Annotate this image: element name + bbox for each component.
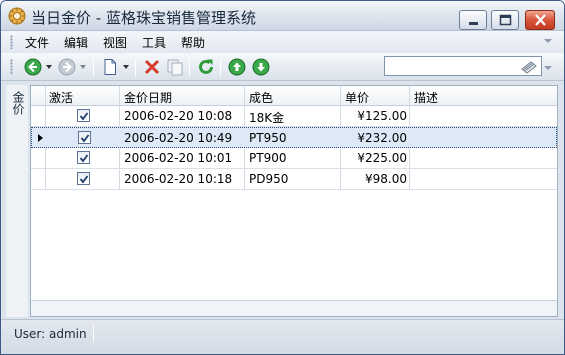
grid-header: 激活 金价日期 成色 单价 描述 (31, 86, 557, 106)
menu-tools[interactable]: 工具 (142, 34, 166, 50)
cell-purity: PD950 (249, 172, 289, 186)
close-icon (535, 14, 546, 26)
menu-grip[interactable] (10, 35, 13, 49)
cell-price: ¥232.00 (357, 131, 407, 145)
search-input[interactable] (387, 58, 512, 74)
toolbar-separator (93, 58, 94, 76)
maximize-button[interactable] (491, 10, 519, 30)
column-header-date[interactable]: 金价日期 (124, 89, 172, 106)
menu-bar: 文件 编辑 视图 工具 帮助 (1, 31, 564, 53)
side-tab-label: 金价 (11, 91, 25, 115)
cell-price: ¥225.00 (357, 151, 407, 165)
toolbar-separator (135, 58, 136, 76)
cell-date: 2006-02-20 10:18 (124, 172, 233, 186)
cell-price: ¥98.00 (365, 172, 407, 186)
back-icon[interactable] (23, 57, 43, 77)
refresh-icon[interactable] (196, 57, 216, 77)
cell-purity: PT900 (249, 151, 287, 165)
toolbar-search-box[interactable] (384, 56, 542, 76)
cell-date: 2006-02-20 10:08 (124, 109, 233, 123)
column-header-purity[interactable]: 成色 (249, 89, 273, 106)
table-row[interactable]: 2006-02-20 10:08 18K金 ¥125.00 (31, 106, 557, 127)
toolbar-separator (220, 58, 221, 76)
checkmark-icon (79, 112, 89, 121)
gold-price-grid: 激活 金价日期 成色 单价 描述 2006-02-20 10:08 18K金 ¥… (30, 85, 558, 317)
new-dropdown-icon[interactable] (123, 65, 129, 69)
back-dropdown-icon[interactable] (46, 65, 52, 69)
gear-logo-icon (8, 7, 26, 25)
column-header-active[interactable]: 激活 (49, 89, 73, 106)
main-window: 当日金价 - 蓝格珠宝销售管理系统 文件 编辑 视图 工具 帮助 金价 激活 金… (0, 0, 565, 355)
row-pointer-icon (38, 134, 43, 142)
table-row[interactable]: 2006-02-20 10:01 PT900 ¥225.00 (31, 148, 557, 169)
checkmark-icon (79, 154, 89, 163)
maximize-icon (499, 14, 512, 26)
toolbar-overflow-icon[interactable] (544, 64, 552, 72)
column-header-description[interactable]: 描述 (414, 89, 438, 106)
active-checkbox[interactable] (77, 172, 90, 185)
forward-dropdown-icon[interactable] (80, 65, 86, 69)
table-row[interactable]: 2006-02-20 10:18 PD950 ¥98.00 (31, 169, 557, 190)
menu-file[interactable]: 文件 (25, 34, 49, 50)
toolbar (1, 53, 564, 81)
side-tab[interactable]: 金价 (6, 85, 28, 317)
chevron-down-icon[interactable] (544, 37, 552, 45)
active-checkbox[interactable] (77, 151, 90, 164)
active-checkbox[interactable] (77, 109, 90, 122)
checkmark-icon (80, 134, 90, 143)
move-down-icon[interactable] (251, 57, 271, 77)
menu-help[interactable]: 帮助 (181, 34, 205, 50)
toolbar-grip[interactable] (10, 59, 13, 75)
move-up-icon[interactable] (227, 57, 247, 77)
cell-date: 2006-02-20 10:01 (124, 151, 233, 165)
toolbar-separator (189, 58, 190, 76)
column-header-price[interactable]: 单价 (345, 89, 369, 106)
copy-icon[interactable] (165, 57, 185, 77)
window-title: 当日金价 - 蓝格珠宝销售管理系统 (31, 9, 256, 27)
forward-icon[interactable] (57, 57, 77, 77)
active-checkbox[interactable] (78, 131, 91, 144)
status-bar: User: admin (1, 319, 564, 354)
cell-date: 2006-02-20 10:49 (124, 131, 233, 145)
minimize-icon (469, 22, 478, 25)
cell-purity: PT950 (249, 131, 287, 145)
menu-edit[interactable]: 编辑 (64, 34, 88, 50)
cell-purity: 18K金 (249, 111, 285, 125)
minimize-button[interactable] (459, 10, 487, 30)
checkmark-icon (79, 175, 89, 184)
delete-icon[interactable] (142, 57, 162, 77)
horizontal-scrollbar[interactable] (31, 300, 557, 316)
menu-view[interactable]: 视图 (103, 34, 127, 50)
close-button[interactable] (525, 10, 555, 30)
title-bar[interactable]: 当日金价 - 蓝格珠宝销售管理系统 (1, 1, 564, 31)
status-separator (93, 325, 94, 342)
table-row-selected[interactable]: 2006-02-20 10:49 PT950 ¥232.00 (31, 127, 557, 148)
cell-price: ¥125.00 (357, 109, 407, 123)
status-user: User: admin (14, 327, 87, 341)
new-document-icon[interactable] (100, 57, 120, 77)
search-icon[interactable] (520, 59, 538, 74)
